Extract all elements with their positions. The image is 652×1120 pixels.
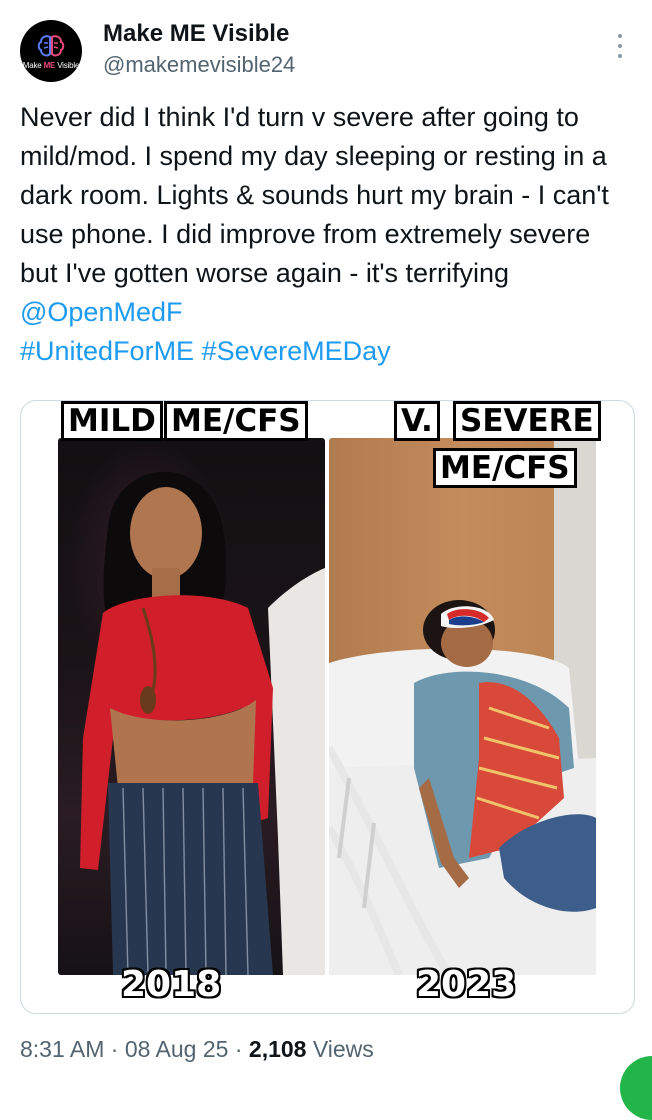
avatar-logo-text: Make ME Visible (22, 61, 80, 70)
hashtag-link[interactable]: #UnitedForME (20, 336, 194, 366)
tweet-time[interactable]: 8:31 AM (20, 1036, 104, 1062)
tweet-meta: 8:31 AM · 08 Aug 25 · 2,108 Views (20, 1036, 374, 1063)
label-severe: SEVERE (453, 401, 601, 441)
tweet-body: Never did I think I'd turn v severe afte… (20, 102, 609, 288)
more-vertical-icon[interactable] (608, 30, 632, 62)
tweet-text: Never did I think I'd turn v severe afte… (20, 98, 634, 371)
handle[interactable]: @makemevisible24 (103, 52, 295, 78)
label-mecfs-right: ME/CFS (433, 448, 577, 488)
photo-2018 (58, 438, 325, 975)
brain-icon (37, 35, 65, 57)
year-left: 2018 (121, 964, 222, 1005)
floating-action-button[interactable] (620, 1056, 652, 1120)
label-mild: MILD (61, 401, 163, 441)
label-mecfs-left: ME/CFS (164, 401, 308, 441)
year-right: 2023 (416, 964, 517, 1005)
views-count[interactable]: 2,108 (249, 1036, 307, 1062)
avatar[interactable]: Make ME Visible (20, 20, 82, 82)
mention-link[interactable]: @OpenMedF (20, 297, 182, 327)
media-card[interactable]: MILD ME/CFS V. SEVERE ME/CFS 2018 2023 (20, 400, 635, 1014)
meta-separator: · (110, 1036, 119, 1062)
photo-2023 (329, 438, 596, 975)
display-name[interactable]: Make ME Visible (103, 20, 289, 48)
label-v: V. (394, 401, 440, 441)
tweet-date[interactable]: 08 Aug 25 (125, 1036, 229, 1062)
hashtag-link[interactable]: #SevereMEDay (202, 336, 391, 366)
views-label[interactable]: Views (313, 1036, 374, 1062)
meta-separator: · (234, 1036, 243, 1062)
